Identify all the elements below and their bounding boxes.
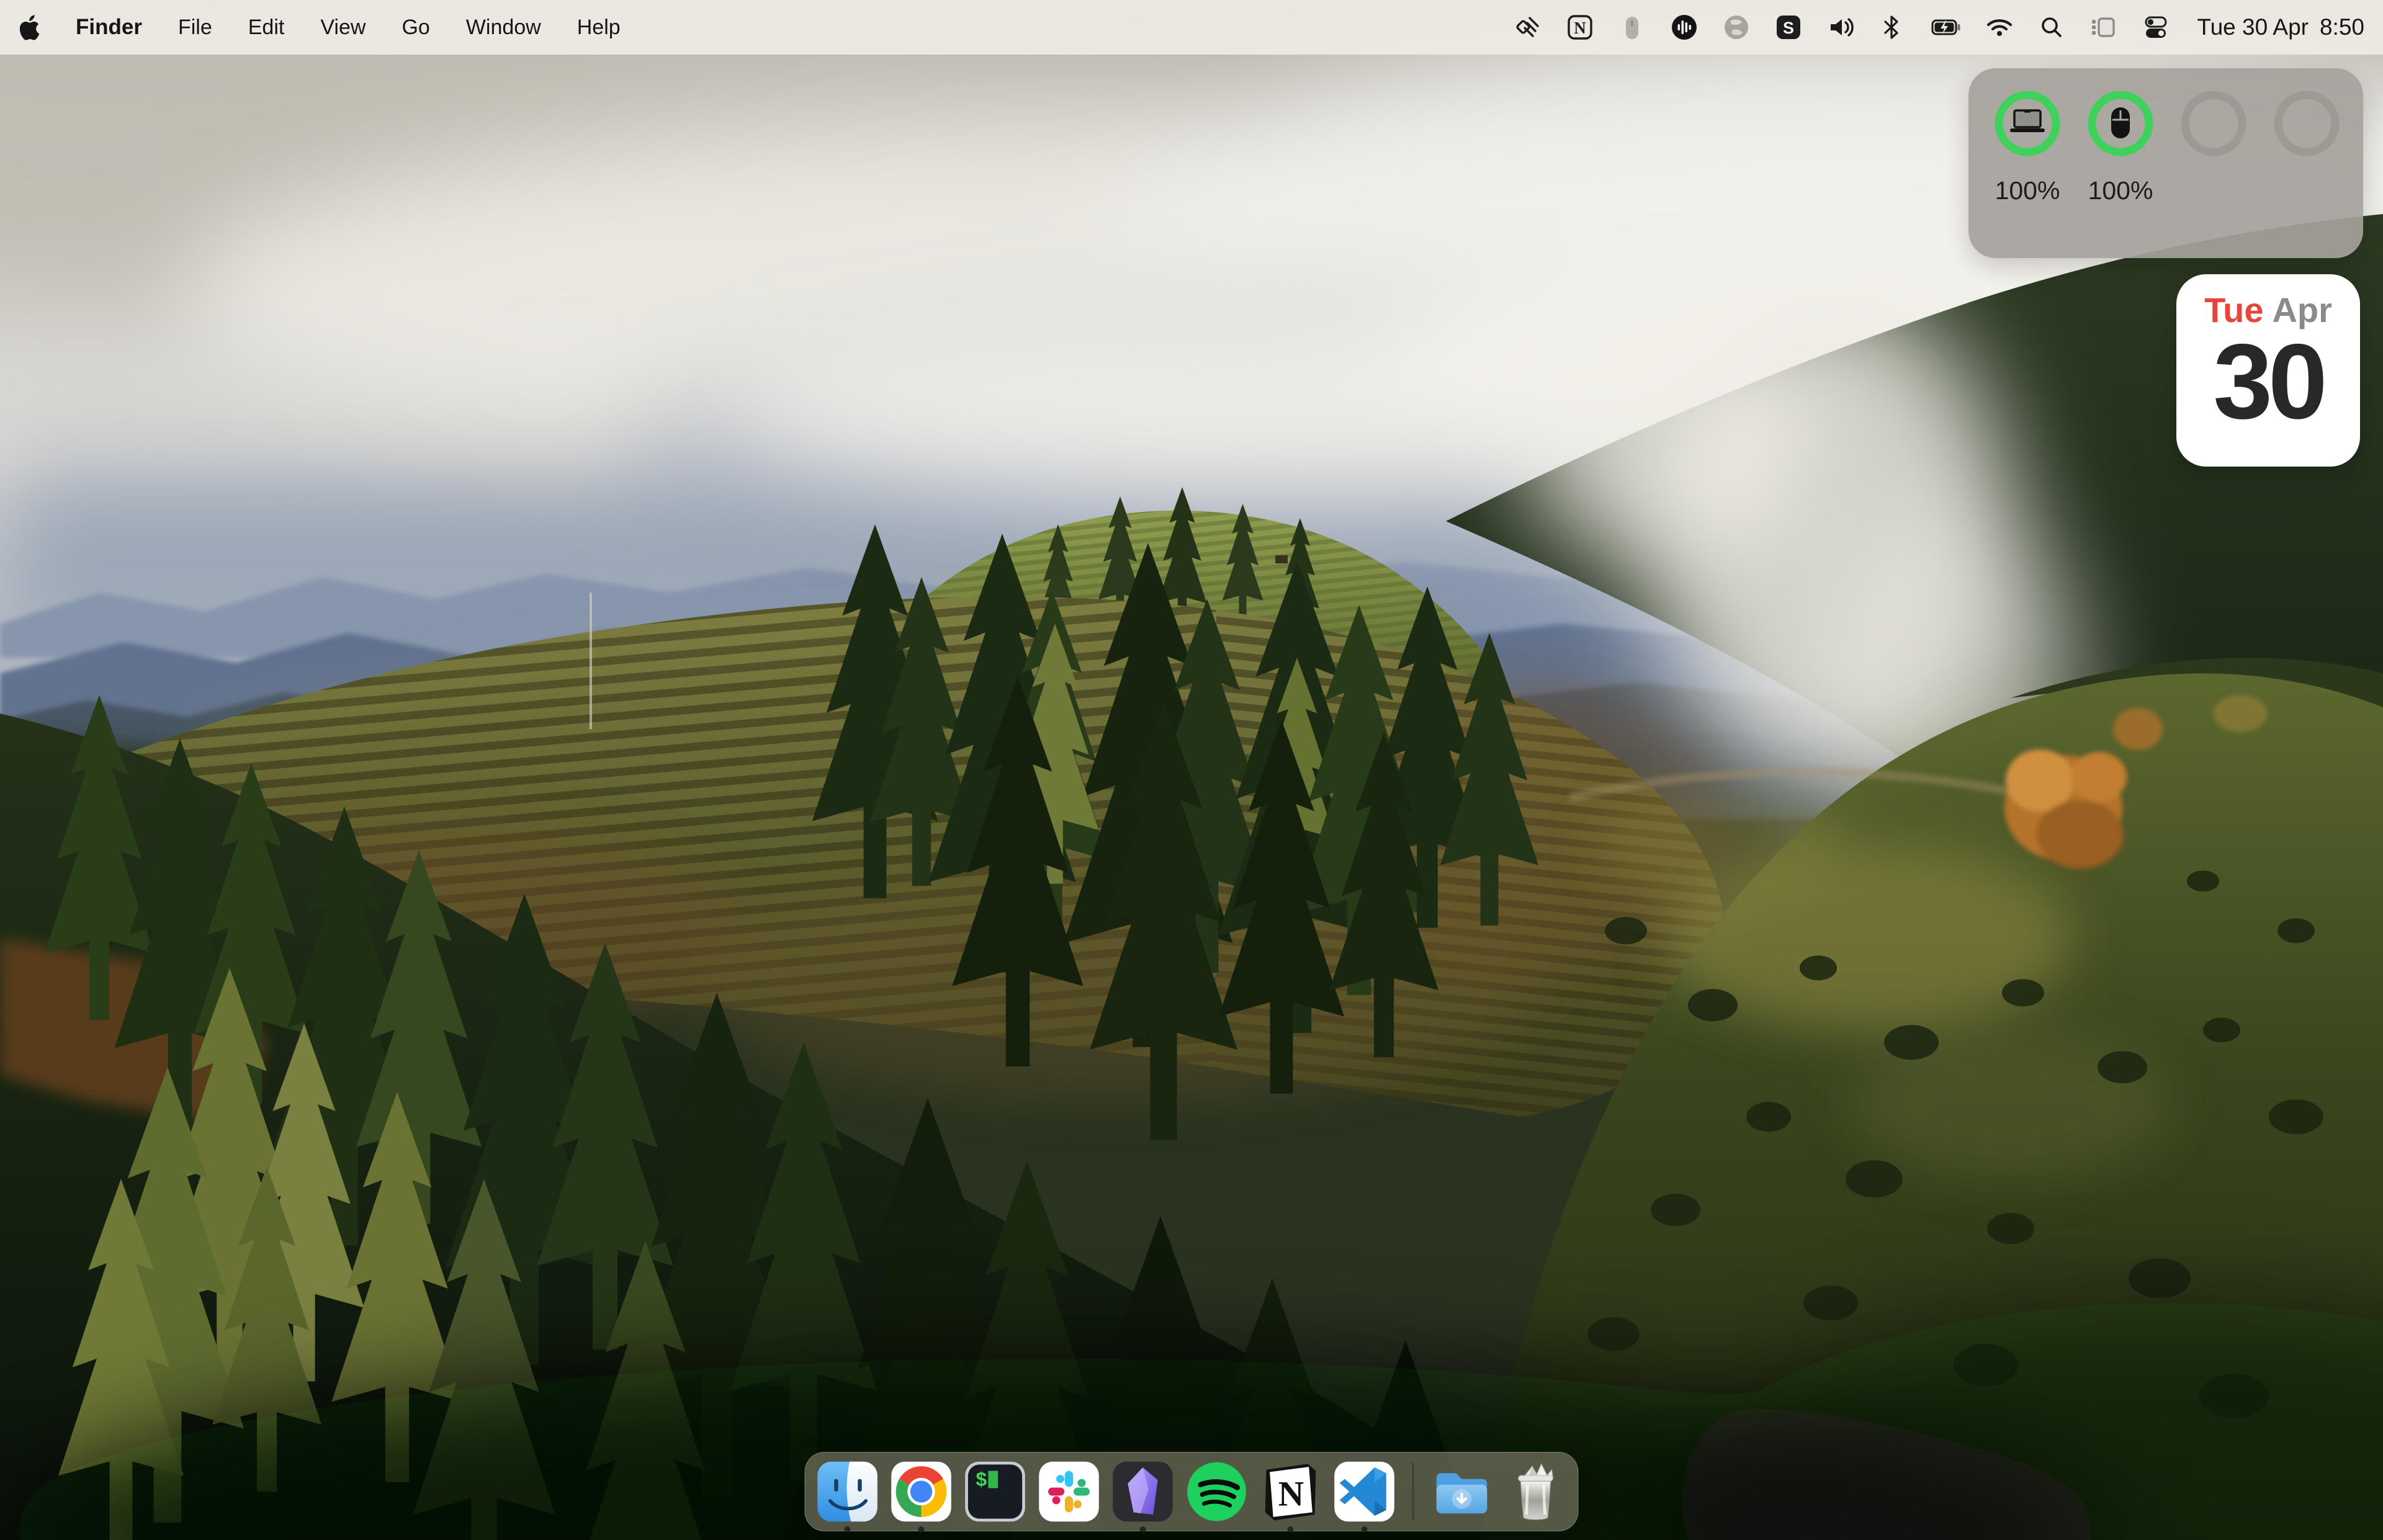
calendar-widget[interactable]: Tue Apr 30 [2176,274,2360,467]
battery-charging-icon[interactable] [1930,12,1962,42]
globe-icon[interactable] [1721,12,1751,42]
dock-finder[interactable] [815,1459,880,1524]
dock: $ [805,1452,1579,1531]
menu-help[interactable]: Help [577,16,621,40]
running-indicator [1140,1526,1146,1533]
battery-device-empty-2 [2263,87,2351,206]
wifi-icon[interactable] [1985,12,2014,42]
battery-device-laptop: 100% [1983,87,2071,206]
running-indicator [1362,1526,1368,1533]
running-indicator [1288,1526,1294,1533]
dock-chrome[interactable] [889,1459,954,1524]
desktop: Finder File Edit View Go Window Help N [0,0,2383,1540]
laptop-icon [2010,110,2045,132]
battery-percent-mouse: 100% [2088,176,2153,206]
clock-date: Tue 30 Apr [2197,14,2309,40]
apple-menu-icon[interactable] [19,14,40,40]
bluetooth-icon[interactable] [1878,12,1908,42]
spotlight-icon[interactable] [2037,12,2067,42]
dock-downloads-folder[interactable] [1430,1459,1494,1524]
running-indicator [918,1526,925,1533]
menu-window[interactable]: Window [466,16,541,40]
notion-menubar-icon[interactable]: N [1565,12,1595,42]
mouse-icon [2111,107,2130,138]
dock-terminal[interactable]: $ [963,1459,1028,1524]
s-app-icon[interactable]: S [1774,12,1803,42]
svg-text:N: N [1574,19,1587,37]
dock-trash-full[interactable] [1504,1459,1568,1524]
svg-text:$: $ [976,1471,987,1492]
volume-icon[interactable] [1826,12,1856,42]
dock-vscode[interactable] [1332,1459,1397,1524]
stage-manager-icon[interactable] [2089,12,2119,42]
dock-spotify[interactable] [1185,1459,1249,1524]
battery-widget[interactable]: 100% 100% [1968,68,2363,258]
dock-notion[interactable]: N [1259,1459,1323,1524]
control-center-icon[interactable] [2141,12,2171,42]
krisp-waveform-icon[interactable] [1669,12,1699,42]
menu-edit[interactable]: Edit [248,16,285,40]
dock-slack[interactable] [1037,1459,1102,1524]
battery-device-mouse: 100% [2076,87,2165,206]
menu-file[interactable]: File [178,16,212,40]
battery-percent-laptop: 100% [1995,176,2060,206]
svg-text:N: N [1278,1474,1304,1513]
battery-device-empty-1 [2170,87,2258,206]
calendar-day: 30 [2213,333,2323,431]
menu-go[interactable]: Go [402,16,429,40]
clock-time: 8:50 [2320,14,2364,40]
dock-obsidian[interactable] [1111,1459,1175,1524]
mouse-battery-icon[interactable] [1617,12,1647,42]
menu-view[interactable]: View [320,16,366,40]
menubar-clock[interactable]: Tue 30 Apr 8:50 [2197,14,2364,40]
dock-separator [1412,1462,1414,1521]
running-indicator [845,1526,851,1533]
svg-text:S: S [1783,19,1794,37]
motion-cube-icon[interactable] [1513,12,1543,42]
menu-bar: Finder File Edit View Go Window Help N [0,0,2383,55]
active-app-menu[interactable]: Finder [76,15,142,40]
